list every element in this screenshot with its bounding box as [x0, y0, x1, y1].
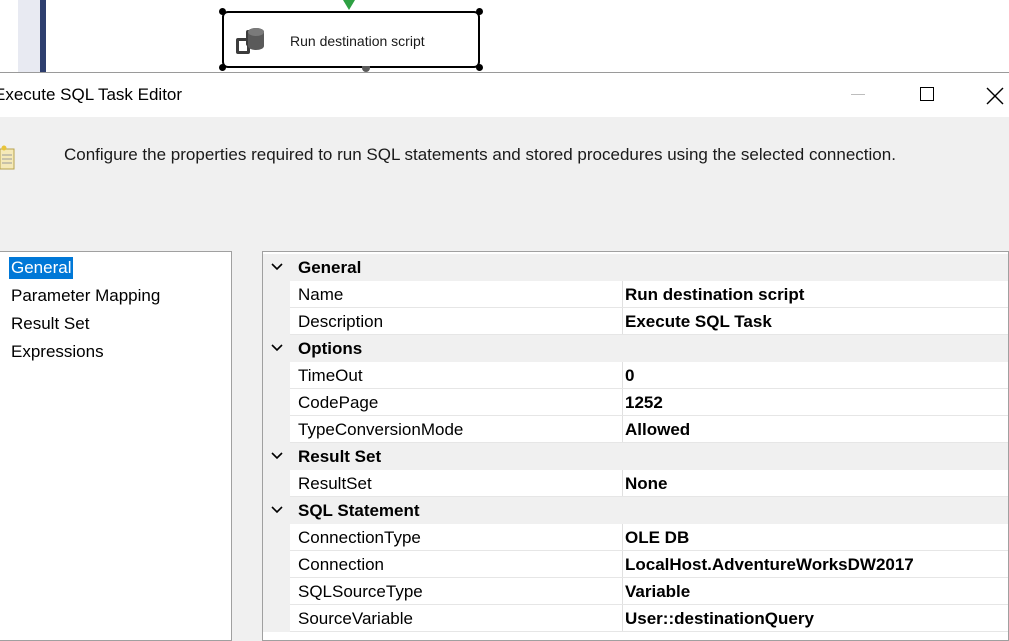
resize-handle[interactable] [476, 8, 483, 15]
property-row-sqlsourcetype[interactable]: SQLSourceType Variable [263, 578, 1008, 605]
property-value[interactable]: 1252 [625, 393, 663, 413]
category-sql-statement[interactable]: SQL Statement [263, 497, 1008, 524]
column-divider[interactable] [622, 416, 623, 443]
property-name: Connection [298, 555, 385, 574]
task-node[interactable]: Run destination script [219, 8, 483, 71]
resize-handle[interactable] [219, 64, 226, 71]
row-gutter [263, 524, 290, 551]
property-row-description[interactable]: Description Execute SQL Task [263, 308, 1008, 335]
page-navigation: General Parameter Mapping Result Set Exp… [0, 251, 232, 641]
close-button[interactable] [966, 73, 1009, 117]
row-gutter [263, 470, 290, 497]
resize-handle[interactable] [476, 64, 483, 71]
category-general[interactable]: General [263, 254, 1008, 281]
minimize-button[interactable] [827, 73, 889, 117]
property-name: CodePage [298, 393, 379, 412]
chevron-down-icon[interactable] [271, 261, 283, 273]
row-gutter [263, 578, 290, 605]
row-gutter [263, 281, 290, 308]
designer-sidebar-border [40, 0, 46, 72]
property-value[interactable]: None [625, 474, 668, 494]
designer-sidebar-strip [18, 0, 40, 72]
property-row-typeconversionmode[interactable]: TypeConversionMode Allowed [263, 416, 1008, 443]
row-gutter [263, 551, 290, 578]
property-value[interactable]: LocalHost.AdventureWorksDW2017 [625, 555, 914, 575]
property-row-connectiontype[interactable]: ConnectionType OLE DB [263, 524, 1008, 551]
property-grid: General Name Run destination script Desc… [262, 251, 1009, 641]
resize-handle[interactable] [219, 8, 226, 15]
category-result-set[interactable]: Result Set [263, 443, 1008, 470]
column-divider[interactable] [622, 551, 623, 578]
column-divider[interactable] [622, 389, 623, 416]
column-divider[interactable] [622, 281, 623, 308]
property-name: ConnectionType [298, 528, 421, 547]
property-value[interactable]: Allowed [625, 420, 690, 440]
property-value[interactable]: Execute SQL Task [625, 312, 772, 332]
property-value[interactable]: User::destinationQuery [625, 609, 814, 629]
nav-item-result-set[interactable]: Result Set [9, 313, 91, 335]
property-row-connection[interactable]: Connection LocalHost.AdventureWorksDW201… [263, 551, 1008, 578]
column-divider[interactable] [622, 578, 623, 605]
property-value[interactable]: Variable [625, 582, 690, 602]
column-divider[interactable] [622, 605, 623, 632]
property-value[interactable]: OLE DB [625, 528, 689, 548]
maximize-button[interactable] [896, 73, 958, 117]
property-row-sourcevariable[interactable]: SourceVariable User::destinationQuery [263, 605, 1008, 632]
property-row-name[interactable]: Name Run destination script [263, 281, 1008, 308]
designer-surface [0, 0, 1009, 72]
property-name: TimeOut [298, 366, 363, 385]
property-name: SQLSourceType [298, 582, 423, 601]
dialog-title: Execute SQL Task Editor [0, 85, 183, 104]
column-divider[interactable] [622, 362, 623, 389]
property-name: SourceVariable [298, 609, 413, 628]
column-divider[interactable] [622, 470, 623, 497]
row-gutter [263, 605, 290, 632]
column-divider[interactable] [622, 524, 623, 551]
title-bar[interactable]: Execute SQL Task Editor [0, 73, 1009, 117]
property-row-resultset[interactable]: ResultSet None [263, 470, 1008, 497]
wizard-icon [0, 145, 15, 170]
minimize-icon [851, 94, 865, 95]
category-label: Result Set [298, 447, 382, 466]
category-options[interactable]: Options [263, 335, 1008, 362]
dialog-description: Configure the properties required to run… [64, 145, 896, 164]
maximize-icon [920, 87, 934, 101]
row-gutter [263, 362, 290, 389]
property-value[interactable]: Run destination script [625, 285, 804, 305]
property-name: ResultSet [298, 474, 372, 493]
nav-item-expressions[interactable]: Expressions [9, 341, 106, 363]
precedence-arrow-icon[interactable] [343, 0, 355, 10]
property-name: Description [298, 312, 384, 331]
dialog-header: Configure the properties required to run… [0, 117, 1009, 247]
category-label: SQL Statement [298, 501, 420, 520]
chevron-down-icon[interactable] [271, 504, 283, 516]
property-row-timeout[interactable]: TimeOut 0 [263, 362, 1008, 389]
close-icon [986, 87, 1004, 105]
row-gutter [263, 308, 290, 335]
chevron-down-icon[interactable] [271, 450, 283, 462]
sql-task-icon [236, 28, 264, 54]
property-row-codepage[interactable]: CodePage 1252 [263, 389, 1008, 416]
execute-sql-task-editor-dialog: Execute SQL Task Editor Configure the pr… [0, 72, 1009, 641]
property-value[interactable]: 0 [625, 366, 634, 386]
property-name: Name [298, 285, 344, 304]
category-label: Options [298, 339, 363, 358]
row-gutter [263, 389, 290, 416]
category-label: General [298, 258, 362, 277]
chevron-down-icon[interactable] [271, 342, 283, 354]
nav-item-general[interactable]: General [9, 257, 74, 279]
nav-item-parameter-mapping[interactable]: Parameter Mapping [9, 285, 162, 307]
task-label: Run destination script [290, 33, 425, 49]
row-gutter [263, 416, 290, 443]
column-divider[interactable] [622, 308, 623, 335]
property-name: TypeConversionMode [298, 420, 464, 439]
